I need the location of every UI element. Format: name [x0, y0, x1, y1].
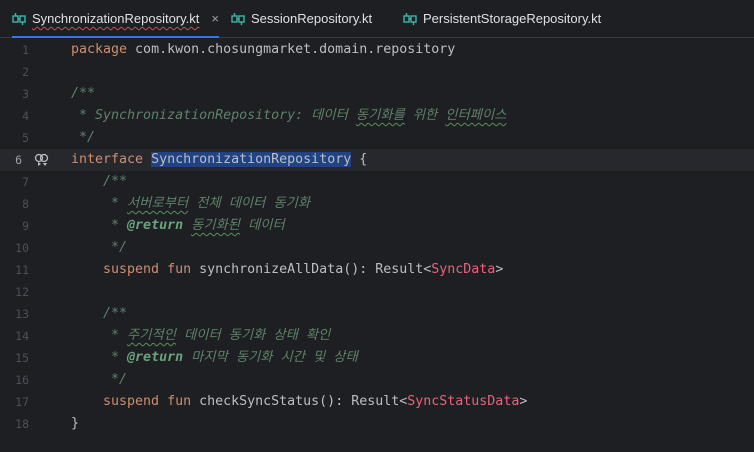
code-line: 18 } — [0, 413, 754, 435]
code-line: 17 suspend fun checkSyncStatus(): Result… — [0, 391, 754, 413]
code-line: 14 * 주기적인 데이터 동기화 상태 확인 — [0, 325, 754, 347]
line-number: 3 — [22, 87, 29, 101]
code-line: 15 * @return 마지막 동기화 시간 및 상태 — [0, 347, 754, 369]
line-number: 15 — [15, 351, 29, 365]
code-text: suspend fun checkSyncStatus(): Result<Sy… — [71, 394, 528, 409]
code-line: 8 * 서버로부터 전체 데이터 동기화 — [0, 193, 754, 215]
kotlin-interface-icon — [231, 12, 245, 25]
code-line: 9 * @return 동기화된 데이터 — [0, 215, 754, 237]
line-number: 10 — [15, 241, 29, 255]
doc-comment: */ — [71, 372, 128, 387]
code-text: interface SynchronizationRepository { — [71, 152, 368, 167]
line-number: 13 — [15, 307, 29, 321]
line-number: 18 — [15, 417, 29, 431]
code-text: } — [71, 416, 80, 431]
doc-comment: */ — [71, 240, 128, 255]
doc-comment: /** — [71, 174, 128, 189]
doc-comment: * 서버로부터 전체 데이터 동기화 — [71, 196, 311, 211]
implemented-by-gutter-icon[interactable] — [34, 153, 49, 167]
tab-label: SynchronizationRepository.kt — [32, 11, 200, 26]
code-editor[interactable]: 1 package com.kwon.chosungmarket.domain.… — [0, 39, 754, 452]
close-tab-icon[interactable]: × — [211, 11, 219, 26]
line-number: 11 — [15, 263, 29, 277]
tab-synchronization-repository[interactable]: SynchronizationRepository.kt × — [12, 0, 219, 38]
line-number: 1 — [22, 43, 29, 57]
code-line: 3 /** — [0, 83, 754, 105]
tab-session-repository[interactable]: SessionRepository.kt — [231, 0, 372, 37]
doc-comment: */ — [71, 130, 96, 145]
code-line: 2 — [0, 61, 754, 83]
line-number: 8 — [22, 197, 29, 211]
line-number: 2 — [22, 65, 29, 79]
line-number: 16 — [15, 373, 29, 387]
doc-comment: * @return 동기화된 데이터 — [71, 218, 285, 233]
tab-persistent-storage-repository[interactable]: PersistentStorageRepository.kt — [403, 0, 601, 37]
code-line: 7 /** — [0, 171, 754, 193]
selected-identifier: SynchronizationRepository — [151, 152, 352, 167]
code-line: 10 */ — [0, 237, 754, 259]
doc-comment: /** — [71, 86, 96, 101]
line-number: 17 — [15, 395, 29, 409]
code-line: 16 */ — [0, 369, 754, 391]
line-number: 14 — [15, 329, 29, 343]
code-line: 11 suspend fun synchronizeAllData(): Res… — [0, 259, 754, 281]
line-number: 4 — [22, 109, 29, 123]
code-line: 5 */ — [0, 127, 754, 149]
editor-tab-bar: SynchronizationRepository.kt × SessionRe… — [0, 0, 754, 38]
line-number: 9 — [22, 219, 29, 233]
kotlin-interface-icon — [12, 12, 26, 25]
tab-label: PersistentStorageRepository.kt — [423, 11, 602, 26]
line-number: 5 — [22, 131, 29, 145]
line-number: 6 — [15, 153, 22, 167]
code-line: 4 * SynchronizationRepository: 데이터 동기화를 … — [0, 105, 754, 127]
code-text: suspend fun synchronizeAllData(): Result… — [71, 262, 504, 277]
tab-label: SessionRepository.kt — [251, 11, 373, 26]
code-line: 13 /** — [0, 303, 754, 325]
code-line: 12 — [0, 281, 754, 303]
doc-comment: * SynchronizationRepository: 데이터 동기화를 위한… — [71, 108, 507, 123]
code-line-current: 6 interface SynchronizationRepository { — [0, 149, 754, 171]
doc-comment: * 주기적인 데이터 동기화 상태 확인 — [71, 328, 331, 343]
doc-comment: /** — [71, 306, 128, 321]
line-number: 7 — [22, 175, 29, 189]
doc-comment: * @return 마지막 동기화 시간 및 상태 — [71, 350, 358, 365]
code-text: package com.kwon.chosungmarket.domain.re… — [71, 42, 456, 57]
line-number: 12 — [15, 285, 29, 299]
code-line: 1 package com.kwon.chosungmarket.domain.… — [0, 39, 754, 61]
kotlin-interface-icon — [403, 12, 417, 25]
